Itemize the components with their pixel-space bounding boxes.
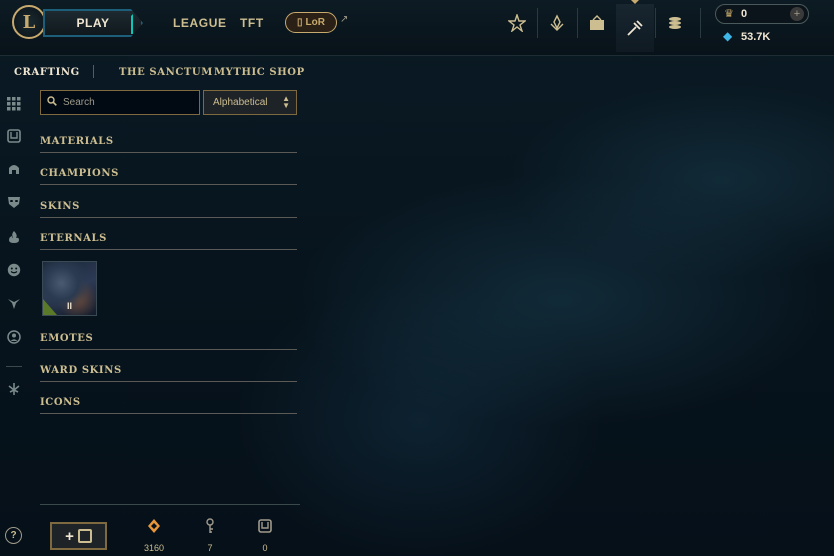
sort-value: Alphabetical — [213, 97, 268, 108]
category-ward-skins[interactable]: WARD SKINS — [40, 365, 297, 382]
collection-coins-icon[interactable] — [660, 8, 690, 38]
blue-essence-icon: ◆ — [723, 29, 733, 43]
category-emotes[interactable]: EMOTES — [40, 333, 297, 350]
eternal-item-tile[interactable]: II — [42, 261, 97, 316]
chest-icon — [257, 518, 273, 534]
profile-icon[interactable] — [5, 328, 23, 346]
background — [0, 0, 834, 556]
helmet-icon[interactable] — [5, 160, 23, 178]
add-chest-button[interactable]: + — [50, 522, 107, 550]
search-box[interactable] — [40, 90, 200, 115]
chest-icon — [77, 529, 92, 543]
rp-balance: 0 — [741, 8, 748, 20]
category-materials[interactable]: MATERIALS — [40, 136, 297, 153]
key-icon — [202, 518, 218, 534]
rail-divider — [6, 366, 22, 367]
rp-icon: ♛ — [724, 8, 734, 20]
lor-label: LoR — [305, 17, 325, 28]
tab-mythic-shop[interactable]: MYTHIC SHOP — [214, 67, 305, 78]
category-skins[interactable]: SKINS — [40, 201, 297, 218]
lor-button[interactable]: ▯ LoR — [285, 12, 337, 33]
rp-wallet[interactable]: ♛ 0 + — [715, 4, 809, 24]
tab-crafting[interactable]: CRAFTING — [14, 67, 80, 78]
blue-essence-balance: 53.7K — [741, 31, 771, 43]
topbar-divider — [577, 8, 578, 38]
crest-icon[interactable] — [502, 8, 532, 38]
tab-the-sanctum[interactable]: THE SANCTUM — [119, 67, 213, 78]
mask-icon[interactable] — [5, 193, 23, 211]
search-icon — [47, 96, 57, 109]
eternal-tier-badge: II — [66, 301, 72, 311]
mastery-icon[interactable] — [542, 8, 572, 38]
chest-icon[interactable] — [5, 127, 23, 145]
flame-icon[interactable] — [5, 228, 23, 246]
orange-essence-icon — [146, 518, 162, 534]
ward-icon[interactable] — [5, 294, 23, 312]
nav-tft[interactable]: TFT — [240, 16, 264, 30]
key-count: 7 — [207, 543, 213, 553]
add-label: + — [65, 527, 74, 545]
search-input[interactable] — [63, 97, 188, 108]
rune-icon[interactable] — [5, 380, 23, 398]
topbar-divider — [537, 8, 538, 38]
category-icons[interactable]: ICONS — [40, 397, 297, 414]
play-label: PLAY — [76, 16, 110, 30]
category-champions[interactable]: CHAMPIONS — [40, 168, 297, 185]
external-link-icon: ↗ — [340, 14, 349, 25]
topbar-divider — [655, 8, 656, 38]
topbar-divider — [700, 8, 701, 38]
emote-icon[interactable] — [5, 261, 23, 279]
store-icon[interactable] — [582, 8, 612, 38]
subnav-divider — [93, 65, 94, 78]
grid-icon[interactable] — [5, 95, 23, 113]
league-logo-icon[interactable]: L — [12, 5, 46, 39]
nav-league[interactable]: LEAGUE — [173, 16, 227, 30]
top-bar: L PLAY LEAGUE TFT ▯ LoR ↗ ♛ 0 + ◆ 53.7K — [0, 0, 834, 56]
sort-chevron-icon: ▲ ▼ — [282, 94, 290, 110]
lor-icon: ▯ — [297, 17, 303, 28]
category-eternals[interactable]: ETERNALS — [40, 233, 297, 250]
footer-divider — [40, 504, 300, 505]
orange-essence-count: 3160 — [143, 543, 165, 553]
help-icon[interactable]: ? — [5, 527, 22, 544]
chest-count: 0 — [262, 543, 268, 553]
buy-rp-button[interactable]: + — [790, 7, 804, 21]
crafting-icon[interactable] — [616, 4, 654, 52]
play-button[interactable]: PLAY — [43, 9, 143, 37]
sort-dropdown[interactable]: Alphabetical ▲ ▼ — [203, 90, 297, 115]
